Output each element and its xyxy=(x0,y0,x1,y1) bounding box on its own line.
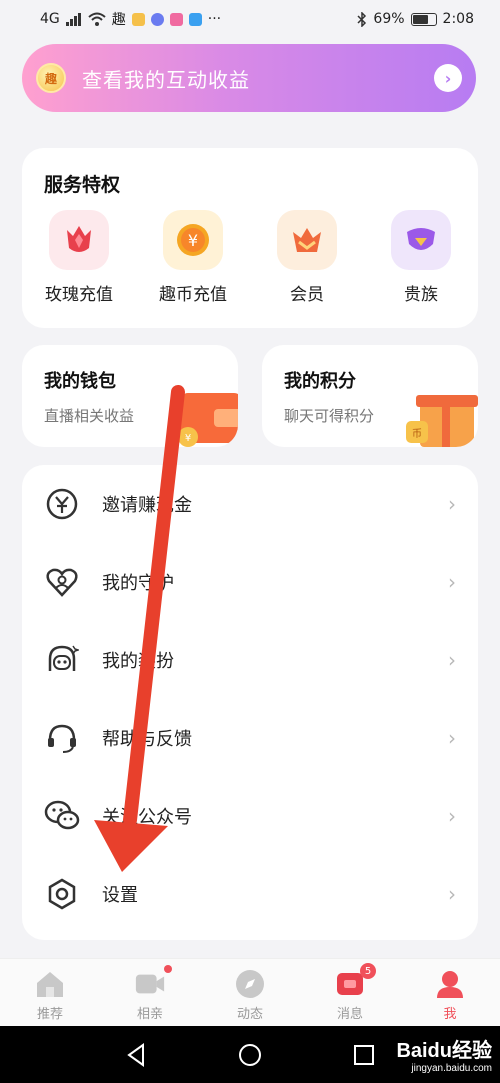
tab-label: 推荐 xyxy=(36,1007,63,1022)
menu-label: 帮助与反馈 xyxy=(102,729,192,750)
clock: 2:08 xyxy=(442,11,474,27)
app-notification-icon xyxy=(188,12,202,26)
headset-icon xyxy=(44,720,80,756)
tab-blind-date[interactable]: 相亲 xyxy=(100,959,200,1026)
tab-label: 我 xyxy=(443,1007,457,1022)
tab-me[interactable]: 我 xyxy=(400,959,500,1026)
tab-label: 动态 xyxy=(236,1007,263,1022)
service-privileges-card: 服务特权 玫瑰充值 ¥ 趣币充值 会员 贵族 xyxy=(22,148,478,328)
gift-icon: 币 xyxy=(406,395,478,447)
heart-user-icon xyxy=(44,564,80,600)
menu-item-settings[interactable]: 设置 › xyxy=(22,855,478,933)
recents-icon[interactable] xyxy=(353,1044,375,1066)
my-points-card[interactable]: 我的积分 聊天可得积分 币 xyxy=(262,345,478,447)
wallet-subtitle: 直播相关收益 xyxy=(44,407,135,425)
baidu-jingyan-watermark: Baidu经验 jingyan.baidu.com xyxy=(396,1034,492,1074)
wifi-icon xyxy=(88,12,106,26)
menu-item-help-feedback[interactable]: 帮助与反馈 › xyxy=(22,699,478,777)
face-icon xyxy=(44,642,80,678)
svg-text:¥: ¥ xyxy=(185,433,191,444)
chevron-right-icon: › xyxy=(448,570,456,594)
chevron-right-icon: › xyxy=(448,492,456,516)
service-item-noble[interactable]: 贵族 xyxy=(364,210,478,305)
tab-label: 相亲 xyxy=(136,1007,163,1022)
tab-messages[interactable]: 5 消息 xyxy=(300,959,400,1026)
chevron-right-icon[interactable]: › xyxy=(434,64,462,92)
rose-icon xyxy=(49,210,109,270)
menu-label: 设置 xyxy=(102,885,138,906)
chevron-right-icon: › xyxy=(448,726,456,750)
service-item-rose-recharge[interactable]: 玫瑰充值 xyxy=(22,210,136,305)
tab-label: 消息 xyxy=(336,1007,363,1022)
watermark-brand: Baidu经验 xyxy=(396,1040,492,1062)
menu-label: 我的装扮 xyxy=(102,651,174,672)
wechat-icon xyxy=(44,798,80,834)
chevron-right-icon: › xyxy=(448,804,456,828)
more-notifications-icon: ··· xyxy=(207,11,222,27)
menu-item-invite-cash[interactable]: 邀请赚现金 › xyxy=(22,465,478,543)
wallet-title: 我的钱包 xyxy=(44,371,116,392)
back-icon[interactable] xyxy=(125,1042,147,1067)
status-bar: 4G 趣 ··· 69% 2:08 xyxy=(0,0,500,38)
svg-text:币: 币 xyxy=(412,428,422,440)
chevron-right-icon: › xyxy=(448,882,456,906)
app-notification-icon xyxy=(131,12,145,26)
service-label: 会员 xyxy=(290,285,324,305)
service-item-coin-recharge[interactable]: ¥ 趣币充值 xyxy=(136,210,250,305)
signal-icon xyxy=(65,12,81,26)
svg-text:¥: ¥ xyxy=(188,231,198,250)
menu-label: 关注公众号 xyxy=(102,807,192,828)
points-subtitle: 聊天可得积分 xyxy=(284,407,375,425)
tab-recommend[interactable]: 推荐 xyxy=(0,959,100,1026)
app-notification-icon xyxy=(169,12,183,26)
interaction-earnings-banner[interactable]: 趣 查看我的互动收益 › xyxy=(22,44,476,112)
menu-label: 我的守护 xyxy=(102,573,174,594)
battery-percent: 69% xyxy=(373,11,405,27)
service-label: 玫瑰充值 xyxy=(45,285,113,305)
menu-item-my-guardian[interactable]: 我的守护 › xyxy=(22,543,478,621)
watermark-url: jingyan.baidu.com xyxy=(411,1063,492,1074)
menu-item-follow-official-account[interactable]: 关注公众号 › xyxy=(22,777,478,855)
notification-dot xyxy=(164,965,172,973)
banner-text: 查看我的互动收益 xyxy=(82,67,250,92)
wallet-icon: ¥ xyxy=(178,393,238,447)
settings-icon xyxy=(44,876,80,912)
coin-icon: ¥ xyxy=(163,210,223,270)
yuan-icon xyxy=(44,486,80,522)
menu-list: 邀请赚现金 › 我的守护 › 我的装扮 › 帮助与反馈 › 关注公众号 › 设置… xyxy=(22,465,478,940)
home-icon xyxy=(34,969,66,999)
battery-icon xyxy=(410,12,437,26)
compass-icon xyxy=(234,969,266,999)
tab-moments[interactable]: 动态 xyxy=(200,959,300,1026)
bluetooth-icon xyxy=(357,11,367,27)
service-label: 贵族 xyxy=(404,285,438,305)
menu-item-my-outfit[interactable]: 我的装扮 › xyxy=(22,621,478,699)
coin-badge-icon: 趣 xyxy=(36,63,66,93)
crown-icon xyxy=(277,210,337,270)
app-notification-icon xyxy=(150,12,164,26)
profile-icon xyxy=(434,969,466,999)
noble-shield-icon xyxy=(391,210,451,270)
points-title: 我的积分 xyxy=(284,371,356,392)
app-notification-text: 趣 xyxy=(111,12,126,28)
network-indicator: 4G xyxy=(40,11,60,27)
home-circle-icon[interactable] xyxy=(238,1043,262,1067)
bottom-tab-bar: 推荐 相亲 动态 5 消息 我 xyxy=(0,958,500,1026)
menu-label: 邀请赚现金 xyxy=(102,495,192,516)
my-wallet-card[interactable]: 我的钱包 直播相关收益 ¥ xyxy=(22,345,238,447)
service-item-member[interactable]: 会员 xyxy=(250,210,364,305)
service-title: 服务特权 xyxy=(44,174,121,196)
video-icon xyxy=(134,969,166,999)
message-count-badge: 5 xyxy=(360,963,376,979)
chevron-right-icon: › xyxy=(448,648,456,672)
service-label: 趣币充值 xyxy=(159,285,227,305)
